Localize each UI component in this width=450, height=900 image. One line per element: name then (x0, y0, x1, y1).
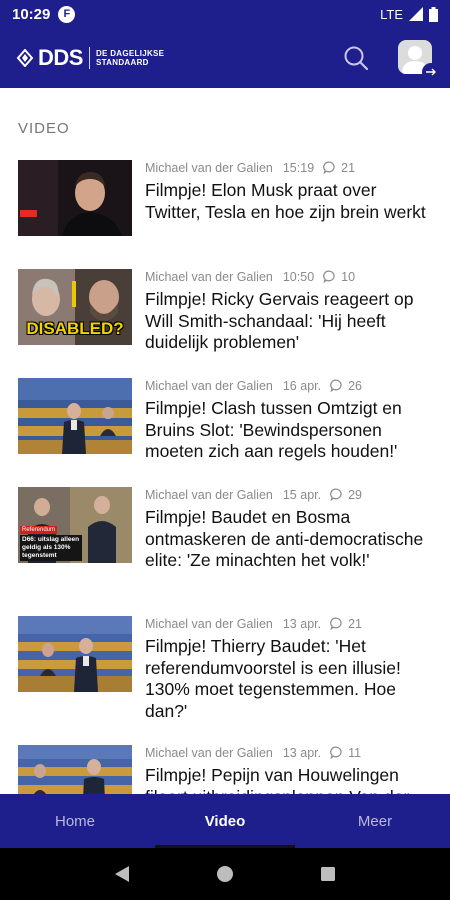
comment-count: 11 (348, 745, 362, 760)
video-feed[interactable]: VIDEO Michael van der Galien 15:19 21 Fi… (0, 88, 450, 794)
status-indicators: LTE (380, 6, 438, 22)
login-arrow-icon (422, 63, 440, 81)
home-button[interactable] (205, 854, 245, 894)
search-icon[interactable] (342, 44, 370, 72)
back-button[interactable] (102, 854, 142, 894)
article-author: Michael van der Galien (145, 745, 273, 760)
article-meta: Michael van der Galien 15:19 21 (145, 160, 435, 175)
logo-subtitle-line1: DE DAGELIJKSE (95, 49, 165, 58)
article-author: Michael van der Galien (145, 378, 273, 393)
article-item[interactable]: Michael van der Galien 16 apr. 26 Filmpj… (18, 378, 438, 463)
nav-video[interactable]: Video (150, 794, 300, 848)
bottom-navigation: Home Video Meer (0, 794, 450, 848)
thumbnail-caption: DISABLED? (26, 319, 124, 338)
article-author: Michael van der Galien (145, 269, 273, 284)
article-time: 15 apr. (282, 487, 322, 502)
comment-icon (330, 379, 342, 392)
article-time: 13 apr. (282, 745, 322, 760)
comment-count: 21 (341, 160, 356, 175)
nav-meer[interactable]: Meer (300, 794, 450, 848)
article-time: 13 apr. (282, 616, 322, 631)
comment-count: 10 (341, 269, 356, 284)
article-item[interactable]: Michael van der Galien 15:19 21 Filmpje!… (18, 160, 438, 236)
article-title[interactable]: Filmpje! Baudet en Bosma ontmaskeren de … (145, 507, 435, 572)
comment-icon (323, 270, 335, 283)
article-thumbnail (18, 616, 132, 692)
article-meta: Michael van der Galien 10:50 10 (145, 269, 435, 284)
app-header: DDS DE DAGELIJKSE STANDAARD (0, 28, 450, 88)
article-item[interactable]: Referendum D66: uitslag alleen geldig al… (18, 487, 438, 572)
article-thumbnail (18, 160, 132, 236)
nav-home[interactable]: Home (0, 794, 150, 848)
comment-count: 29 (348, 487, 362, 502)
article-thumbnail: DISABLED? (18, 269, 132, 345)
article-meta: Michael van der Galien 13 apr. 21 (145, 616, 435, 631)
logo-divider (88, 47, 90, 69)
status-bar: 10:29 F LTE (0, 0, 450, 28)
logo-subtitle: DE DAGELIJKSE STANDAARD (96, 49, 164, 67)
article-meta: Michael van der Galien 16 apr. 26 (145, 378, 435, 393)
article-title[interactable]: Filmpje! Ricky Gervais reageert op Will … (145, 289, 435, 354)
section-title: VIDEO (18, 120, 70, 137)
logo-subtitle-line2: STANDAARD (95, 58, 149, 67)
logo-mark-icon (16, 49, 34, 67)
article-item[interactable]: Michael van der Galien 13 apr. 21 Filmpj… (18, 616, 438, 722)
comment-icon (330, 617, 342, 630)
status-time: 10:29 (12, 5, 51, 23)
recents-square-icon (321, 867, 336, 881)
article-item[interactable]: DISABLED? Michael van der Galien 10:50 1… (18, 269, 438, 354)
article-author: Michael van der Galien (145, 487, 273, 502)
battery-icon (429, 6, 438, 22)
article-thumbnail (18, 745, 132, 794)
home-circle-icon (216, 866, 233, 882)
thumbnail-tag: Referendum (20, 526, 58, 534)
header-actions (342, 40, 440, 81)
system-navigation-bar (0, 848, 450, 900)
dds-logo[interactable]: DDS DE DAGELIJKSE STANDAARD (16, 45, 164, 71)
article-title[interactable]: Filmpje! Elon Musk praat over Twitter, T… (145, 180, 435, 223)
back-triangle-icon (114, 866, 129, 882)
app-notification-icon: F (58, 5, 76, 23)
article-item[interactable]: Michael van der Galien 13 apr. 11 Filmpj… (18, 745, 438, 794)
comment-icon (330, 488, 342, 501)
article-title[interactable]: Filmpje! Pepijn van Houwelingen fileert … (145, 765, 435, 794)
article-meta: Michael van der Galien 15 apr. 29 (145, 487, 435, 502)
article-author: Michael van der Galien (145, 616, 273, 631)
article-thumbnail: Referendum D66: uitslag alleen geldig al… (18, 487, 132, 563)
logo-text: DDS (38, 45, 83, 70)
comment-icon (323, 161, 335, 174)
comment-count: 26 (348, 378, 362, 393)
thumbnail-caption: D66: uitslag alleen geldig als 130% tege… (20, 535, 82, 561)
article-title[interactable]: Filmpje! Clash tussen Omtzigt en Bruins … (145, 398, 435, 463)
network-type: LTE (380, 6, 403, 22)
article-time: 16 apr. (282, 378, 322, 393)
article-author: Michael van der Galien (145, 160, 273, 175)
article-title[interactable]: Filmpje! Thierry Baudet: 'Het referendum… (145, 636, 435, 722)
signal-icon (409, 7, 423, 21)
article-meta: Michael van der Galien 13 apr. 11 (145, 745, 435, 760)
article-time: 15:19 (282, 160, 315, 175)
article-time: 10:50 (282, 269, 315, 284)
comment-icon (330, 746, 342, 759)
recents-button[interactable] (308, 854, 348, 894)
comment-count: 21 (348, 616, 362, 631)
article-thumbnail (18, 378, 132, 454)
account-button[interactable] (398, 40, 440, 81)
